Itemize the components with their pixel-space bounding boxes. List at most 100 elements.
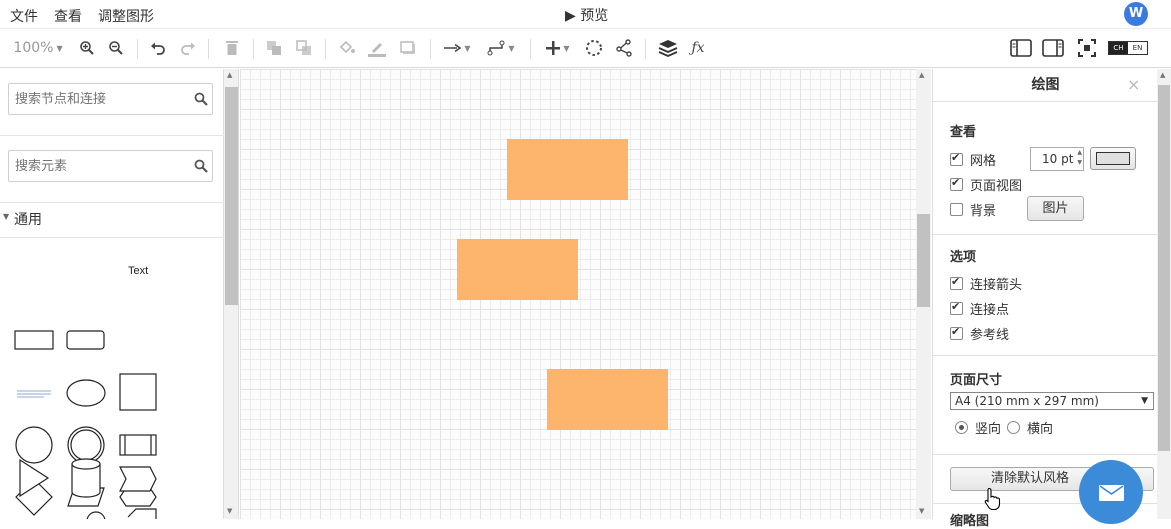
options-section-title: 选项 — [950, 250, 977, 265]
redo-icon[interactable] — [178, 38, 198, 58]
fullscreen-icon[interactable] — [1076, 38, 1098, 58]
scroll-down-icon[interactable]: ▼ — [227, 507, 232, 515]
sidebar-scrollbar[interactable]: ▲ ▼ — [224, 69, 239, 519]
search-icon[interactable] — [194, 92, 208, 106]
dashed-circle-icon[interactable] — [584, 38, 604, 58]
guides-checkbox[interactable] — [950, 325, 963, 340]
chevron-down-icon: ▼ — [1141, 396, 1148, 406]
orange-rectangle-2[interactable] — [457, 239, 578, 300]
menu-arrange[interactable]: 调整图形 — [98, 6, 154, 26]
background-checkbox[interactable] — [950, 203, 963, 216]
zoom-value: 100% — [13, 40, 54, 56]
shape-palette-row — [19, 458, 157, 519]
orange-rectangle-3[interactable] — [547, 369, 668, 430]
shape-partial — [127, 508, 157, 519]
undo-icon[interactable] — [148, 38, 168, 58]
chevron-down-icon: ▼ — [508, 43, 515, 53]
background-image-button[interactable]: 图片 — [1027, 196, 1084, 221]
panel-scrollbar[interactable]: ▲ — [1157, 69, 1171, 519]
portrait-radio[interactable] — [955, 421, 968, 434]
shape-cylinder-top — [71, 458, 101, 470]
search-shapes-field[interactable] — [8, 150, 213, 182]
shape-text[interactable]: Text — [128, 265, 148, 277]
layers-icon[interactable] — [657, 38, 679, 58]
preview-button[interactable]: ▶ 预览 — [565, 5, 608, 25]
waypoints-select[interactable]: ▼ — [484, 38, 518, 58]
close-icon[interactable]: × — [1127, 75, 1140, 94]
menu-file[interactable]: 文件 — [10, 6, 38, 26]
formula-icon[interactable]: ƒx — [688, 38, 708, 58]
landscape-option[interactable]: 横向 — [1007, 418, 1053, 437]
scroll-up-icon[interactable]: ▲ — [1160, 71, 1165, 79]
page-view-option[interactable]: 页面视图 — [950, 175, 1022, 194]
page-size-select[interactable]: A4 (210 mm x 297 mm) ▼ — [950, 392, 1154, 410]
connection-style-select[interactable]: ▼ — [440, 38, 474, 58]
stepper-icon[interactable]: ▲ ▼ — [1077, 148, 1082, 168]
search-nodes-field[interactable] — [8, 83, 213, 115]
toggle-left-panel-icon[interactable] — [1010, 38, 1032, 58]
connection-points-option[interactable]: 连接点 — [950, 299, 1009, 318]
scroll-up-icon[interactable]: ▲ — [227, 71, 232, 79]
grid-size-input[interactable]: 10 pt ▲ ▼ — [1030, 147, 1084, 171]
diagram-canvas[interactable] — [240, 69, 916, 519]
user-avatar[interactable]: W — [1124, 2, 1148, 26]
language-switch[interactable]: CH EN — [1108, 38, 1148, 58]
sidebar-scroll-thumb[interactable] — [225, 87, 238, 305]
shape-rounded-rectangle — [66, 330, 105, 350]
panel-scroll-thumb[interactable] — [1158, 85, 1170, 451]
share-icon[interactable] — [614, 38, 634, 58]
delete-icon[interactable] — [222, 38, 242, 58]
section-general-header[interactable]: ▼ 通用 — [0, 209, 224, 237]
search-nodes-input[interactable] — [9, 84, 179, 114]
page-view-checkbox[interactable] — [950, 176, 963, 191]
view-section-title: 查看 — [950, 125, 977, 140]
to-front-icon[interactable] — [264, 38, 284, 58]
grid-checkbox[interactable] — [950, 151, 963, 166]
canvas-scroll-thumb[interactable] — [917, 214, 930, 307]
menu-view[interactable]: 查看 — [54, 6, 82, 26]
connection-arrows-checkbox[interactable] — [950, 275, 963, 290]
shapes-sidebar: ▼ 通用 Text — [0, 69, 224, 519]
line-color-icon[interactable] — [366, 38, 388, 58]
insert-select[interactable]: ▼ — [541, 38, 575, 58]
grid-color-button[interactable] — [1090, 147, 1136, 170]
guides-label: 参考线 — [970, 328, 1010, 343]
toggle-right-panel-icon[interactable] — [1042, 38, 1064, 58]
fill-color-icon[interactable] — [337, 38, 357, 58]
orange-rectangle-1[interactable] — [507, 139, 628, 200]
toolbar-divider — [137, 39, 138, 59]
search-icon[interactable] — [194, 159, 208, 173]
scroll-up-icon[interactable]: ▲ — [919, 71, 924, 79]
search-shapes-input[interactable] — [9, 151, 179, 181]
shape-step — [119, 466, 157, 492]
toolbar-divider — [325, 39, 326, 59]
mail-button[interactable] — [1079, 460, 1143, 524]
guides-option[interactable]: 参考线 — [950, 324, 1009, 343]
panel-title: 绘图 — [933, 69, 1158, 102]
outline-section-title: 缩略图 — [950, 514, 990, 529]
landscape-radio[interactable] — [1007, 421, 1020, 434]
zoom-select[interactable]: 100% ▼ — [10, 38, 66, 58]
connection-arrows-option[interactable]: 连接箭头 — [950, 274, 1022, 293]
zoom-in-icon[interactable] — [77, 38, 97, 58]
hand-cursor-icon — [984, 487, 1001, 511]
zoom-out-icon[interactable] — [106, 38, 126, 58]
scroll-down-icon[interactable]: ▼ — [919, 507, 924, 515]
shape-textbox — [17, 390, 51, 398]
background-option[interactable]: 背景 — [950, 200, 996, 219]
portrait-option[interactable]: 竖向 — [955, 418, 1001, 437]
landscape-label: 横向 — [1027, 422, 1054, 437]
connection-points-checkbox[interactable] — [950, 300, 963, 315]
shape-ellipse — [66, 379, 106, 407]
format-panel: 绘图 × 查看 网格 10 pt ▲▼ 页面视图 背景 图片 选项 连接箭头 连… — [932, 69, 1158, 529]
to-back-icon[interactable] — [294, 38, 314, 58]
grid-option[interactable]: 网格 — [950, 150, 996, 169]
divider — [933, 355, 1158, 356]
canvas-scrollbar[interactable]: ▲ ▼ — [916, 69, 931, 519]
divider — [933, 234, 1158, 235]
shape-square — [119, 373, 157, 411]
divider — [0, 135, 224, 136]
divider — [933, 454, 1158, 455]
shadow-icon[interactable] — [398, 38, 418, 58]
menubar: 文件 查看 调整图形 ▶ 预览 W — [0, 0, 1171, 29]
